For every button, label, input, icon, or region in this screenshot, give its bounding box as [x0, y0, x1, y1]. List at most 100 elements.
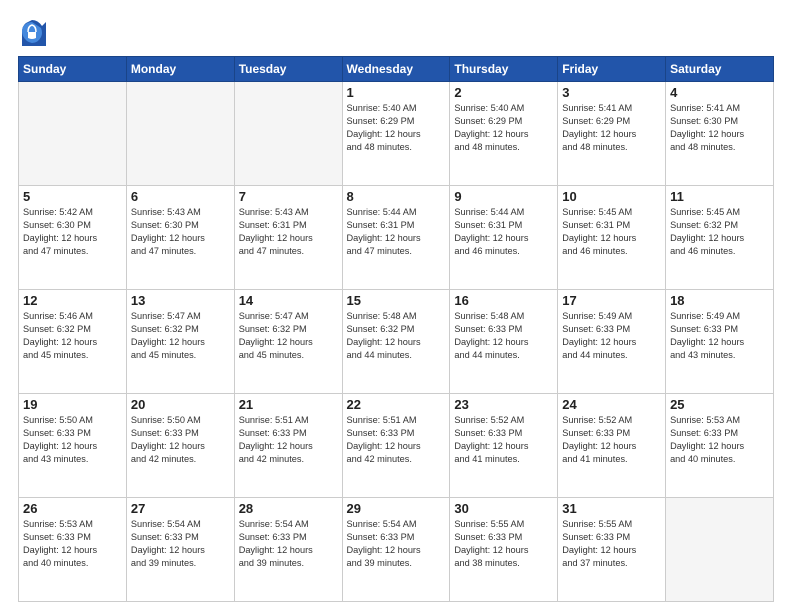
calendar-cell: 13 Sunrise: 5:47 AM Sunset: 6:32 PM Dayli… — [126, 290, 234, 394]
calendar-cell: 19Sunrise: 5:50 AM Sunset: 6:33 PM Dayli… — [19, 394, 127, 498]
day-info: Sunrise: 5:40 AM Sunset: 6:29 PM Dayligh… — [347, 102, 446, 154]
day-number: 8 — [347, 189, 446, 204]
day-info: Sunrise: 5:45 AM Sunset: 6:31 PM Dayligh… — [562, 206, 661, 258]
day-info: Sunrise: 5:40 AM Sunset: 6:29 PM Dayligh… — [454, 102, 553, 154]
header — [18, 18, 774, 46]
calendar-cell: 7Sunrise: 5:43 AM Sunset: 6:31 PM Daylig… — [234, 186, 342, 290]
day-number: 1 — [347, 85, 446, 100]
calendar-week-row-2: 5 Sunrise: 5:42 AM Sunset: 6:30 PM Daylig… — [19, 186, 774, 290]
day-info: Sunrise: 5:41 AM Sunset: 6:29 PM Dayligh… — [562, 102, 661, 154]
day-number: 15 — [347, 293, 446, 308]
calendar-cell: 30 Sunrise: 5:55 AM Sunset: 6:33 PM Dayli… — [450, 498, 558, 602]
day-info: Sunrise: 5:53 AM Sunset: 6:33 PM Dayligh… — [23, 518, 122, 570]
weekday-header-monday: Monday — [126, 57, 234, 82]
calendar-cell: 21 Sunrise: 5:51 AM Sunset: 6:33 PM Dayli… — [234, 394, 342, 498]
day-info: Sunrise: 5:54 AM Sunset: 6:33 PM Dayligh… — [131, 518, 230, 570]
calendar-cell: 12 Sunrise: 5:46 AM Sunset: 6:32 PM Dayli… — [19, 290, 127, 394]
weekday-header-saturday: Saturday — [666, 57, 774, 82]
day-number: 11 — [670, 189, 769, 204]
day-info: Sunrise: 5:43 AM Sunset: 6:31 PM Dayligh… — [239, 206, 338, 258]
calendar-cell — [234, 82, 342, 186]
calendar-cell: 16Sunrise: 5:48 AM Sunset: 6:33 PM Dayli… — [450, 290, 558, 394]
day-info: Sunrise: 5:54 AM Sunset: 6:33 PM Dayligh… — [239, 518, 338, 570]
day-number: 9 — [454, 189, 553, 204]
day-info: Sunrise: 5:41 AM Sunset: 6:30 PM Dayligh… — [670, 102, 769, 154]
calendar-cell: 27 Sunrise: 5:54 AM Sunset: 6:33 PM Dayli… — [126, 498, 234, 602]
day-info: Sunrise: 5:44 AM Sunset: 6:31 PM Dayligh… — [347, 206, 446, 258]
calendar-cell: 28 Sunrise: 5:54 AM Sunset: 6:33 PM Dayli… — [234, 498, 342, 602]
day-info: Sunrise: 5:50 AM Sunset: 6:33 PM Dayligh… — [131, 414, 230, 466]
calendar-week-row-3: 12 Sunrise: 5:46 AM Sunset: 6:32 PM Dayli… — [19, 290, 774, 394]
day-number: 24 — [562, 397, 661, 412]
day-info: Sunrise: 5:52 AM Sunset: 6:33 PM Dayligh… — [454, 414, 553, 466]
day-info: Sunrise: 5:43 AM Sunset: 6:30 PM Dayligh… — [131, 206, 230, 258]
day-number: 22 — [347, 397, 446, 412]
day-number: 12 — [23, 293, 122, 308]
day-number: 16 — [454, 293, 553, 308]
calendar-week-row-5: 26 Sunrise: 5:53 AM Sunset: 6:33 PM Dayli… — [19, 498, 774, 602]
weekday-header-sunday: Sunday — [19, 57, 127, 82]
calendar-cell: 14 Sunrise: 5:47 AM Sunset: 6:32 PM Dayli… — [234, 290, 342, 394]
day-info: Sunrise: 5:52 AM Sunset: 6:33 PM Dayligh… — [562, 414, 661, 466]
day-number: 25 — [670, 397, 769, 412]
calendar-cell: 15 Sunrise: 5:48 AM Sunset: 6:32 PM Dayli… — [342, 290, 450, 394]
day-number: 27 — [131, 501, 230, 516]
weekday-header-friday: Friday — [558, 57, 666, 82]
day-number: 29 — [347, 501, 446, 516]
calendar-week-row-4: 19 Sunrise: 5:50 AM Sunset: 6:33 PM Dayli… — [19, 394, 774, 498]
day-info: Sunrise: 5:46 AM Sunset: 6:32 PM Dayligh… — [23, 310, 122, 362]
day-number: 31 — [562, 501, 661, 516]
day-info: Sunrise: 5:49 AM Sunset: 6:33 PM Dayligh… — [562, 310, 661, 362]
calendar-cell: 5 Sunrise: 5:42 AM Sunset: 6:30 PM Daylig… — [19, 186, 127, 290]
calendar-cell: 17 Sunrise: 5:49 AM Sunset: 6:33 PM Dayli… — [558, 290, 666, 394]
day-number: 10 — [562, 189, 661, 204]
calendar-cell: 8 Sunrise: 5:44 AM Sunset: 6:31 PM Daylig… — [342, 186, 450, 290]
calendar-cell: 10 Sunrise: 5:45 AM Sunset: 6:31 PM Dayli… — [558, 186, 666, 290]
logo-icon — [18, 18, 46, 46]
day-number: 5 — [23, 189, 122, 204]
day-info: Sunrise: 5:55 AM Sunset: 6:33 PM Dayligh… — [454, 518, 553, 570]
calendar-cell: 18Sunrise: 5:49 AM Sunset: 6:33 PM Dayli… — [666, 290, 774, 394]
calendar-cell — [666, 498, 774, 602]
calendar-cell: 24 Sunrise: 5:52 AM Sunset: 6:33 PM Dayli… — [558, 394, 666, 498]
day-info: Sunrise: 5:42 AM Sunset: 6:30 PM Dayligh… — [23, 206, 122, 258]
day-number: 13 — [131, 293, 230, 308]
weekday-header-row: SundayMondayTuesdayWednesdayThursdayFrid… — [19, 57, 774, 82]
calendar-cell: 29 Sunrise: 5:54 AM Sunset: 6:33 PM Dayli… — [342, 498, 450, 602]
day-info: Sunrise: 5:54 AM Sunset: 6:33 PM Dayligh… — [347, 518, 446, 570]
calendar-cell: 23 Sunrise: 5:52 AM Sunset: 6:33 PM Dayli… — [450, 394, 558, 498]
day-number: 30 — [454, 501, 553, 516]
day-number: 2 — [454, 85, 553, 100]
day-number: 6 — [131, 189, 230, 204]
calendar-cell: 6 Sunrise: 5:43 AM Sunset: 6:30 PM Daylig… — [126, 186, 234, 290]
day-info: Sunrise: 5:47 AM Sunset: 6:32 PM Dayligh… — [239, 310, 338, 362]
calendar-cell: 26 Sunrise: 5:53 AM Sunset: 6:33 PM Dayli… — [19, 498, 127, 602]
day-info: Sunrise: 5:49 AM Sunset: 6:33 PM Dayligh… — [670, 310, 769, 362]
day-info: Sunrise: 5:55 AM Sunset: 6:33 PM Dayligh… — [562, 518, 661, 570]
day-number: 14 — [239, 293, 338, 308]
day-number: 19 — [23, 397, 122, 412]
day-number: 21 — [239, 397, 338, 412]
logo — [18, 18, 50, 46]
day-number: 4 — [670, 85, 769, 100]
day-number: 28 — [239, 501, 338, 516]
day-number: 23 — [454, 397, 553, 412]
weekday-header-thursday: Thursday — [450, 57, 558, 82]
day-info: Sunrise: 5:47 AM Sunset: 6:32 PM Dayligh… — [131, 310, 230, 362]
calendar-cell: 1 Sunrise: 5:40 AM Sunset: 6:29 PM Daylig… — [342, 82, 450, 186]
calendar-cell: 22Sunrise: 5:51 AM Sunset: 6:33 PM Dayli… — [342, 394, 450, 498]
day-info: Sunrise: 5:53 AM Sunset: 6:33 PM Dayligh… — [670, 414, 769, 466]
calendar-cell: 9 Sunrise: 5:44 AM Sunset: 6:31 PM Daylig… — [450, 186, 558, 290]
weekday-header-tuesday: Tuesday — [234, 57, 342, 82]
day-number: 17 — [562, 293, 661, 308]
calendar-cell — [126, 82, 234, 186]
day-number: 26 — [23, 501, 122, 516]
weekday-header-wednesday: Wednesday — [342, 57, 450, 82]
day-info: Sunrise: 5:44 AM Sunset: 6:31 PM Dayligh… — [454, 206, 553, 258]
day-info: Sunrise: 5:48 AM Sunset: 6:32 PM Dayligh… — [347, 310, 446, 362]
day-number: 20 — [131, 397, 230, 412]
calendar-cell: 4 Sunrise: 5:41 AM Sunset: 6:30 PM Daylig… — [666, 82, 774, 186]
calendar-cell: 11Sunrise: 5:45 AM Sunset: 6:32 PM Dayli… — [666, 186, 774, 290]
calendar-table: SundayMondayTuesdayWednesdayThursdayFrid… — [18, 56, 774, 602]
day-info: Sunrise: 5:51 AM Sunset: 6:33 PM Dayligh… — [239, 414, 338, 466]
